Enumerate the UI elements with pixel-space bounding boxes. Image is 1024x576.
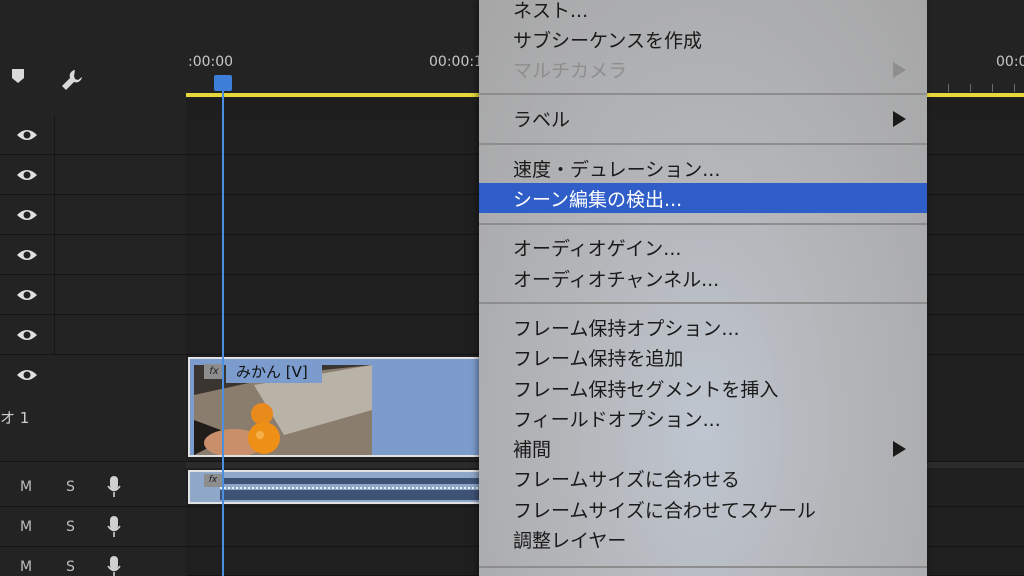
menu-item-label: オーディオチャンネル... bbox=[513, 269, 720, 291]
mute-button[interactable]: M bbox=[20, 559, 32, 575]
timecode-label: :00:00 bbox=[188, 54, 234, 70]
eye-icon[interactable] bbox=[16, 327, 38, 343]
audio-track-row: M S bbox=[0, 467, 186, 507]
microphone-icon[interactable] bbox=[106, 475, 122, 499]
playhead-handle[interactable] bbox=[214, 75, 232, 91]
video-track-row bbox=[0, 315, 186, 355]
eye-icon[interactable] bbox=[16, 127, 38, 143]
video-clip[interactable]: fx みかん [V] bbox=[188, 357, 488, 457]
eye-icon[interactable] bbox=[16, 367, 38, 383]
eye-icon[interactable] bbox=[16, 207, 38, 223]
video-track-row bbox=[0, 155, 186, 195]
submenu-arrow-icon bbox=[893, 62, 906, 78]
menu-item-label: 速度・デュレーション... bbox=[513, 159, 721, 181]
submenu-arrow-icon bbox=[893, 111, 906, 127]
audio-track-row: M S bbox=[0, 547, 186, 576]
menu-item-label: ネスト... bbox=[513, 0, 589, 22]
menu-item-audio-gain[interactable]: オーディオゲイン... bbox=[479, 232, 927, 262]
video-track-row bbox=[0, 235, 186, 275]
solo-button[interactable]: S bbox=[66, 479, 75, 495]
menu-item-label: シーン編集の検出... bbox=[513, 189, 683, 211]
ruler-ticks bbox=[926, 84, 1024, 92]
menu-item-label: マルチカメラ bbox=[513, 60, 628, 82]
menu-item-set-to-frame-size[interactable]: フレームサイズに合わせる bbox=[479, 463, 927, 493]
track-name-label[interactable]: オ 1 bbox=[0, 407, 29, 428]
eye-icon[interactable] bbox=[16, 287, 38, 303]
microphone-icon[interactable] bbox=[106, 515, 122, 539]
menu-item-label: フレームサイズに合わせてスケール bbox=[513, 500, 816, 522]
menu-item-insert-frame-hold-segment[interactable]: フレーム保持セグメントを挿入 bbox=[479, 373, 927, 403]
solo-button[interactable]: S bbox=[66, 519, 75, 535]
menu-item-label: フレーム保持を追加 bbox=[513, 348, 684, 370]
timeline-tools-area bbox=[0, 0, 186, 115]
clip-context-menu: ネスト... サブシーケンスを作成 マルチカメラ ラベル 速度・デュレーション.… bbox=[479, 0, 927, 576]
menu-separator bbox=[479, 143, 927, 145]
audio-track-row: M S bbox=[0, 507, 186, 547]
solo-button[interactable]: S bbox=[66, 559, 75, 575]
audio-clip[interactable]: fx bbox=[188, 470, 488, 504]
fx-badge[interactable]: fx bbox=[204, 474, 222, 487]
menu-item-label: フレーム保持セグメントを挿入 bbox=[513, 379, 779, 401]
menu-item-audio-channels[interactable]: オーディオチャンネル... bbox=[479, 263, 927, 293]
clip-name: みかん [V] bbox=[236, 363, 308, 381]
menu-separator bbox=[479, 93, 927, 95]
menu-item-scale-to-frame-size[interactable]: フレームサイズに合わせてスケール bbox=[479, 494, 927, 524]
menu-separator bbox=[479, 566, 927, 568]
menu-item-label: フレーム保持オプション... bbox=[513, 318, 740, 340]
menu-item-label: フィールドオプション... bbox=[513, 409, 721, 431]
timecode-label: 00:0 bbox=[996, 54, 1024, 70]
menu-item-speed-duration[interactable]: 速度・デュレーション... bbox=[479, 153, 927, 183]
menu-item-scene-edit-detection[interactable]: シーン編集の検出... bbox=[479, 183, 927, 213]
menu-item-create-subsequence[interactable]: サブシーケンスを作成 bbox=[479, 24, 927, 54]
menu-separator bbox=[479, 302, 927, 304]
video-track-row bbox=[0, 115, 186, 155]
menu-item-add-frame-hold[interactable]: フレーム保持を追加 bbox=[479, 342, 927, 372]
wrench-icon[interactable] bbox=[60, 68, 84, 92]
marker-icon[interactable] bbox=[11, 68, 25, 84]
menu-item-field-options[interactable]: フィールドオプション... bbox=[479, 403, 927, 433]
menu-item-label-color[interactable]: ラベル bbox=[479, 103, 927, 133]
menu-item-time-interpolation[interactable]: 補間 bbox=[479, 433, 927, 463]
microphone-icon[interactable] bbox=[106, 555, 122, 576]
video-track-row bbox=[0, 275, 186, 315]
menu-item-label: ラベル bbox=[513, 109, 571, 131]
menu-item-adjustment-layer[interactable]: 調整レイヤー bbox=[479, 524, 927, 554]
menu-item-label: フレームサイズに合わせる bbox=[513, 469, 740, 491]
fx-badge[interactable]: fx bbox=[204, 364, 224, 379]
menu-item-multicamera: マルチカメラ bbox=[479, 54, 927, 84]
audio-waveform bbox=[220, 478, 488, 500]
video-track-row bbox=[0, 195, 186, 235]
mute-button[interactable]: M bbox=[20, 479, 32, 495]
eye-icon[interactable] bbox=[16, 167, 38, 183]
track-header-panel: オ 1 M S M S M S bbox=[0, 0, 186, 576]
menu-item-label: オーディオゲイン... bbox=[513, 238, 682, 260]
menu-separator bbox=[479, 223, 927, 225]
submenu-arrow-icon bbox=[893, 441, 906, 457]
timecode-label: 00:00:1 bbox=[429, 54, 483, 70]
menu-item-label: 補間 bbox=[513, 439, 552, 461]
playhead-line[interactable] bbox=[222, 88, 224, 576]
eye-icon[interactable] bbox=[16, 247, 38, 263]
mute-button[interactable]: M bbox=[20, 519, 32, 535]
menu-item-nest[interactable]: ネスト... bbox=[479, 0, 927, 24]
menu-item-label: サブシーケンスを作成 bbox=[513, 30, 703, 52]
menu-item-frame-hold-options[interactable]: フレーム保持オプション... bbox=[479, 312, 927, 342]
menu-item-label: 調整レイヤー bbox=[513, 530, 627, 552]
